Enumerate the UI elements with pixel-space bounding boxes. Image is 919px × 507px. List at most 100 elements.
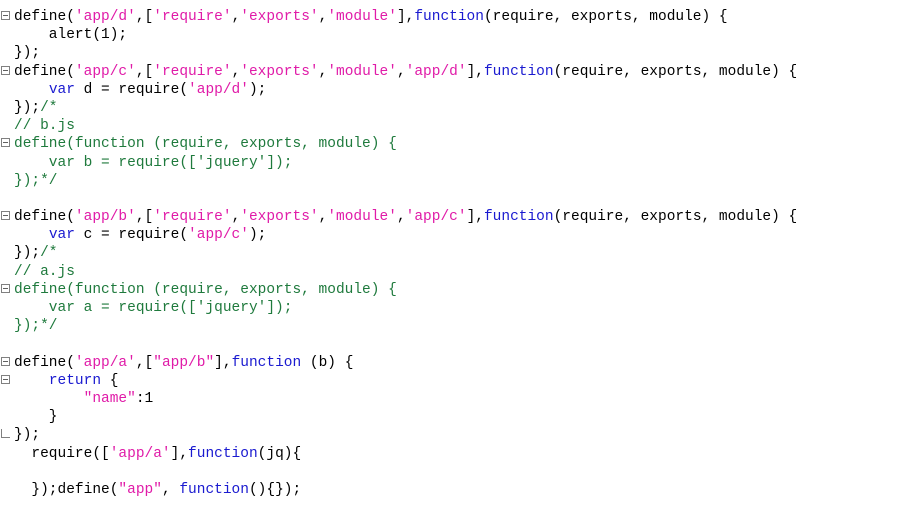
fold-end-icon[interactable]: [1, 429, 10, 439]
code-token-string: 'app/a': [74, 354, 136, 371]
code-token-plain: });: [14, 427, 41, 444]
code-line[interactable]: [0, 463, 919, 481]
code-token-plain: ,: [396, 209, 406, 226]
code-line[interactable]: });*/: [0, 172, 919, 190]
code-token-string: 'module': [327, 209, 397, 226]
code-token-plain: ,: [231, 9, 241, 25]
code-token-plain: (require, exports, module) {: [553, 63, 798, 80]
code-token-plain: ,[: [135, 63, 154, 80]
code-token-keyword: var: [48, 81, 75, 98]
fold-collapse-icon[interactable]: [1, 211, 10, 221]
code-token-plain: ,: [318, 9, 328, 25]
fold-collapse-icon[interactable]: [1, 356, 10, 366]
code-token-plain: ,: [231, 209, 241, 226]
code-token-keyword: var: [48, 227, 75, 244]
code-token-plain: (b) {: [301, 354, 354, 371]
code-token-comment: var b = require(['jquery']);: [14, 154, 293, 171]
code-lines-container[interactable]: define('app/d',['require','exports','mod…: [0, 8, 919, 499]
code-token-string: 'require': [153, 63, 232, 80]
code-line[interactable]: });/*: [0, 99, 919, 117]
code-token-plain: }: [14, 409, 58, 426]
code-line[interactable]: define('app/a',["app/b"],function (b) {: [0, 354, 919, 372]
code-line[interactable]: });define("app", function(){});: [0, 481, 919, 499]
code-token-plain: ,: [318, 63, 328, 80]
code-token-string: 'exports': [240, 209, 319, 226]
code-token-string: "app": [118, 481, 162, 498]
code-line[interactable]: require(['app/a'],function(jq){: [0, 445, 919, 463]
code-line[interactable]: });*/: [0, 317, 919, 335]
code-token-plain: c = require(: [74, 227, 189, 244]
code-editor-pane[interactable]: define('app/d',['require','exports','mod…: [0, 0, 919, 507]
code-line[interactable]: define(function (require, exports, modul…: [0, 135, 919, 153]
code-token-string: 'require': [153, 209, 232, 226]
code-token-string: 'require': [153, 9, 232, 25]
code-token-plain: define(: [14, 63, 75, 80]
code-line[interactable]: define('app/c',['require','exports','mod…: [0, 63, 919, 81]
code-token-plain: ,: [318, 209, 328, 226]
code-line[interactable]: define(function (require, exports, modul…: [0, 281, 919, 299]
code-line[interactable]: });/*: [0, 244, 919, 262]
code-token-keyword: function: [483, 63, 554, 80]
code-token-string: 'module': [327, 9, 397, 25]
code-token-plain: define(: [14, 354, 75, 371]
fold-collapse-icon[interactable]: [1, 374, 10, 384]
code-token-string: 'app/c': [405, 209, 467, 226]
code-line[interactable]: [0, 335, 919, 353]
code-line[interactable]: });: [0, 44, 919, 62]
code-line[interactable]: define('app/b',['require','exports','mod…: [0, 208, 919, 226]
code-token-plain: ],: [466, 209, 484, 226]
code-token-plain: :: [135, 390, 145, 407]
code-token-plain: ,[: [135, 9, 154, 25]
code-token-comment: define(function (require, exports, modul…: [14, 136, 397, 153]
code-token-plain: ],: [396, 9, 415, 25]
code-token-comment: /*: [40, 245, 58, 262]
code-token-plain: );: [248, 81, 267, 98]
code-token-string: 'app/c': [74, 63, 136, 80]
code-token-number: 1: [144, 390, 154, 407]
code-token-plain: ,: [231, 63, 241, 80]
code-token-plain: ,[: [135, 354, 154, 371]
code-token-comment: define(function (require, exports, modul…: [14, 281, 397, 298]
code-token-string: 'app/d': [74, 9, 136, 25]
fold-collapse-icon[interactable]: [1, 65, 10, 75]
code-token-plain: require([: [14, 445, 110, 462]
code-token-comment: });*/: [14, 172, 58, 189]
code-token-plain: ,[: [135, 209, 154, 226]
code-token-comment: var a = require(['jquery']);: [14, 300, 293, 316]
code-token-plain: (jq){: [257, 445, 302, 462]
code-line[interactable]: // b.js: [0, 117, 919, 135]
fold-collapse-icon[interactable]: [1, 283, 10, 293]
code-line[interactable]: [0, 190, 919, 208]
code-token-string: 'exports': [240, 63, 319, 80]
code-line[interactable]: return {: [0, 372, 919, 390]
fold-collapse-icon[interactable]: [1, 138, 10, 148]
code-line[interactable]: // a.js: [0, 263, 919, 281]
code-token-plain: ],: [466, 63, 484, 80]
fold-collapse-icon[interactable]: [1, 11, 10, 20]
code-token-string: 'app/d': [188, 81, 249, 98]
code-line[interactable]: var a = require(['jquery']);: [0, 299, 919, 317]
code-token-plain: define(: [14, 209, 75, 226]
code-token-comment: });*/: [14, 318, 58, 335]
code-token-keyword: function: [188, 445, 258, 462]
code-token-plain: (){});: [248, 481, 302, 498]
code-line[interactable]: "name":1: [0, 390, 919, 408]
code-line[interactable]: var c = require('app/c');: [0, 226, 919, 244]
code-line[interactable]: alert(1);: [0, 26, 919, 44]
code-line[interactable]: });: [0, 426, 919, 444]
code-line[interactable]: var d = require('app/d');: [0, 81, 919, 99]
code-token-comment: /*: [40, 99, 58, 116]
code-token-keyword: function: [179, 481, 249, 498]
code-token-string: 'exports': [240, 9, 319, 25]
code-token-string: "app/b": [153, 354, 215, 371]
code-line[interactable]: }: [0, 408, 919, 426]
code-token-keyword: function: [483, 209, 554, 226]
code-line[interactable]: var b = require(['jquery']);: [0, 154, 919, 172]
code-line[interactable]: define('app/d',['require','exports','mod…: [0, 8, 919, 26]
code-token-keyword: return: [48, 372, 102, 389]
code-token-plain: (require, exports, module) {: [553, 209, 798, 226]
code-token-plain: );: [248, 227, 267, 244]
code-token-string: 'app/d': [405, 63, 467, 80]
